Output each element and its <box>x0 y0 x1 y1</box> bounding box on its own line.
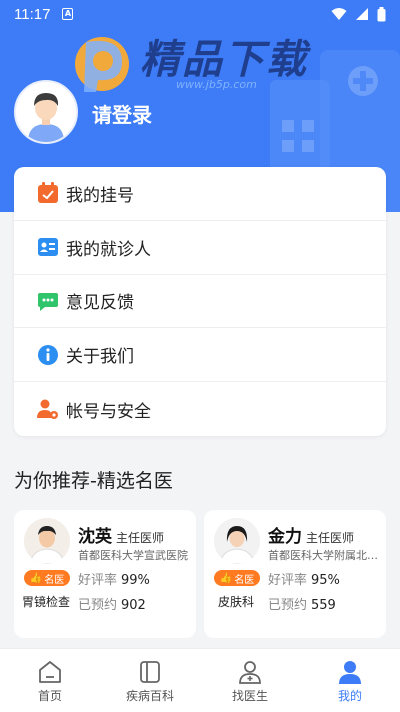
menu-item-my-patients[interactable]: 我的就诊人 <box>14 221 386 275</box>
thumbs-up-icon: 👍 <box>29 572 43 584</box>
tab-label: 疾病百科 <box>125 689 174 703</box>
doctor-department: 皮肤科 <box>218 595 255 609</box>
booked-value: 902 <box>121 598 146 613</box>
thumbs-up-icon: 👍 <box>219 572 233 584</box>
status-bar: 11:17 A <box>0 0 400 28</box>
booked-value: 559 <box>311 598 336 613</box>
tab-label: 找医生 <box>231 689 268 703</box>
famous-doctor-badge: 👍 名医 <box>24 570 70 586</box>
menu-item-label: 意见反馈 <box>66 293 134 314</box>
doctor-card[interactable]: 👍 名医 皮肤科 金力 主任医师 首都医科大学附属北京… 好评率 95% 已预约 559 <box>204 510 386 638</box>
doctor-booked: 已预约 559 <box>268 594 336 613</box>
tab-find-doctor[interactable]: 找医生 <box>200 649 300 712</box>
watermark-title: 精品下载 <box>140 36 308 83</box>
rating-value: 99% <box>121 573 150 588</box>
menu-item-label: 我的挂号 <box>66 185 134 206</box>
booked-label: 已预约 <box>268 598 308 613</box>
tab-label: 我的 <box>337 689 362 703</box>
doctor-hospital: 首都医科大学附属北京… <box>268 549 382 562</box>
user-settings-icon <box>36 397 60 421</box>
famous-doctor-badge: 👍 名医 <box>214 570 260 586</box>
login-button[interactable]: 请登录 <box>92 99 152 128</box>
rating-label: 好评率 <box>78 573 118 588</box>
info-icon <box>36 343 60 367</box>
id-card-icon <box>36 235 60 259</box>
chat-bubble-icon <box>36 289 60 313</box>
doctor-name: 沈英 <box>78 527 112 547</box>
book-icon <box>140 661 160 683</box>
rating-label: 好评率 <box>268 573 308 588</box>
signal-icon <box>356 8 368 20</box>
tab-mine[interactable]: 我的 <box>300 649 400 712</box>
doctor-department: 胃镜检查 <box>22 595 71 609</box>
person-icon <box>339 661 361 684</box>
doctor-name-row: 金力 主任医师 <box>268 522 354 547</box>
status-time: 11:17 <box>14 5 51 23</box>
menu-item-feedback[interactable]: 意见反馈 <box>14 275 386 329</box>
badge-label: 名医 <box>234 574 255 586</box>
tab-label: 首页 <box>37 689 62 703</box>
doctor-photo <box>24 518 70 564</box>
doctor-title: 主任医师 <box>116 531 165 545</box>
doctor-rating: 好评率 99% <box>78 569 150 588</box>
badge-label: 名医 <box>44 574 65 586</box>
doctor-hospital: 首都医科大学宣武医院 <box>78 549 188 562</box>
booked-label: 已预约 <box>78 598 118 613</box>
doctor-rating: 好评率 95% <box>268 569 340 588</box>
user-avatar-icon <box>16 82 76 142</box>
doctor-icon <box>239 661 261 684</box>
doctor-name: 金力 <box>268 527 302 547</box>
doctor-photo <box>214 518 260 564</box>
sim-icon: A <box>62 8 74 20</box>
watermark-logo-icon <box>75 37 129 92</box>
section-title: 为你推荐-精选名医 <box>14 470 173 492</box>
rating-value: 95% <box>311 573 340 588</box>
tab-home[interactable]: 首页 <box>0 649 100 712</box>
avatar[interactable] <box>14 80 78 144</box>
menu-item-label: 帐号与安全 <box>66 401 151 422</box>
menu-item-my-registrations[interactable]: 我的挂号 <box>14 167 386 221</box>
home-icon <box>39 661 61 683</box>
doctor-name-row: 沈英 主任医师 <box>78 522 164 547</box>
menu-card: 我的挂号 我的就诊人 意见反馈 关于我们 帐号与安全 <box>14 167 386 436</box>
doctor-booked: 已预约 902 <box>78 594 146 613</box>
calendar-icon <box>36 181 60 205</box>
bottom-tab-bar: 首页 疾病百科 找医生 我的 <box>0 648 400 712</box>
menu-item-label: 关于我们 <box>66 347 134 368</box>
watermark: 精品下载 www.jb5p.com <box>72 34 308 94</box>
doctor-title: 主任医师 <box>306 531 355 545</box>
menu-item-about-us[interactable]: 关于我们 <box>14 328 386 383</box>
battery-icon <box>377 6 386 21</box>
menu-item-label: 我的就诊人 <box>66 239 151 260</box>
tab-disease-encyclopedia[interactable]: 疾病百科 <box>100 649 200 712</box>
wifi-icon <box>331 8 347 20</box>
doctor-card[interactable]: 👍 名医 胃镜检查 沈英 主任医师 首都医科大学宣武医院 好评率 99% 已预约 902 <box>14 510 196 638</box>
menu-item-account-security[interactable]: 帐号与安全 <box>14 382 386 436</box>
